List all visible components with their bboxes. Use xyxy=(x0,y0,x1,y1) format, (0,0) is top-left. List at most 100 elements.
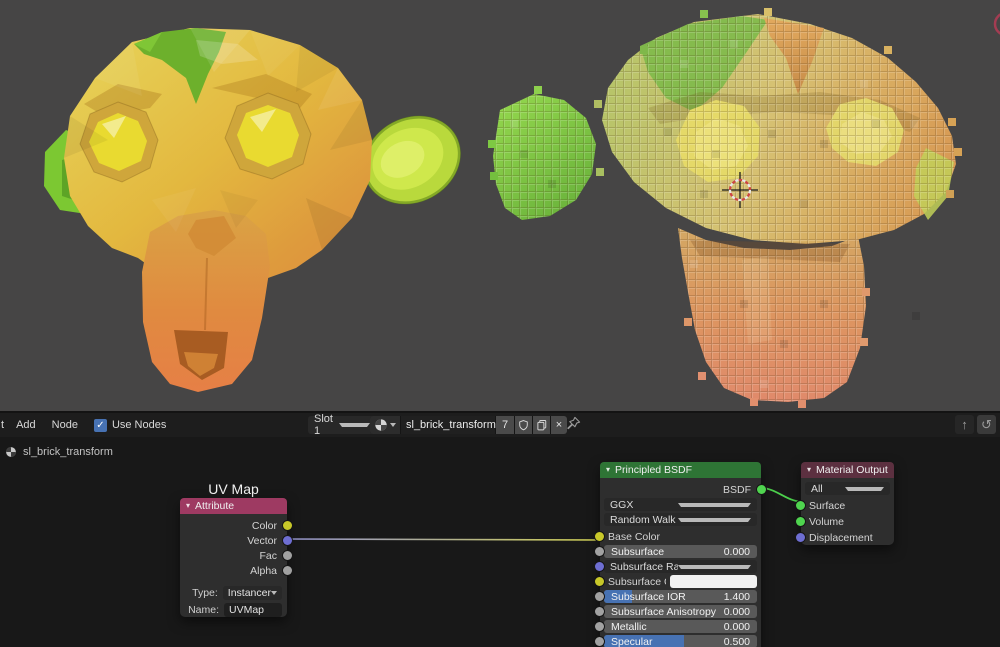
target-value: All xyxy=(811,482,823,495)
chevron-down-icon xyxy=(390,423,396,427)
sss-method-value: Random Walk xyxy=(610,513,676,526)
material-users-count[interactable]: 7 xyxy=(496,416,514,434)
socket-subsurface-radius-input[interactable] xyxy=(595,562,604,571)
attribute-type-row: Type: Instancer xyxy=(185,586,282,600)
sss-method-dropdown[interactable]: Random Walk xyxy=(604,513,757,526)
specular-slider[interactable]: Specular 0.500 xyxy=(604,635,757,647)
socket-base-color-input[interactable] xyxy=(595,532,604,541)
output-label-fac: Fac xyxy=(259,549,277,562)
node-frame-label: UV Map xyxy=(208,481,259,497)
shield-icon xyxy=(519,420,528,431)
output-label-alpha: Alpha xyxy=(250,564,277,577)
undo-arc-icon: ↺ xyxy=(981,416,992,432)
parent-node-tree-button[interactable]: ↑ xyxy=(955,415,974,434)
subsurface-ior-slider[interactable]: Subsurface IOR 1.400 xyxy=(604,590,757,603)
material-sphere-icon xyxy=(375,419,387,431)
subsurface-color-swatch[interactable] xyxy=(670,575,757,588)
chevron-down-icon xyxy=(271,591,277,595)
material-name-field[interactable]: sl_brick_transform xyxy=(401,416,496,434)
specular-label: Specular xyxy=(611,635,653,647)
menu-add[interactable]: Add xyxy=(8,419,44,431)
subsurface-color-label: Subsurface C... xyxy=(608,575,666,588)
socket-fac-output[interactable] xyxy=(283,551,292,560)
target-row: All xyxy=(805,482,890,495)
subsurface-anisotropy-row: Subsurface Anisotropy 0.000 xyxy=(595,605,757,618)
socket-color-output[interactable] xyxy=(283,521,292,530)
subsurface-slider[interactable]: Subsurface 0.000 xyxy=(604,545,757,558)
distribution-dropdown[interactable]: GGX xyxy=(604,498,757,511)
subsurface-row: Subsurface 0.000 xyxy=(595,545,757,558)
header-nav-buttons: ↑ ↺ xyxy=(955,415,996,434)
material-output-header[interactable]: ▾ Material Output xyxy=(801,462,894,478)
pin-toggle[interactable] xyxy=(566,416,581,434)
material-browse-button[interactable] xyxy=(370,416,400,434)
socket-alpha-output[interactable] xyxy=(283,566,292,575)
metallic-row: Metallic 0.000 xyxy=(595,620,757,633)
name-value: UVMap xyxy=(229,604,265,616)
specular-value: 0.500 xyxy=(723,635,750,647)
subsurface-radius-row: Subsurface Radius xyxy=(595,560,757,573)
socket-subsurface-ior-input[interactable] xyxy=(595,592,604,601)
unlink-material-button[interactable]: × xyxy=(551,416,567,434)
subsurface-anisotropy-value: 0.000 xyxy=(723,605,750,618)
wire-vector-to-basecolor xyxy=(286,538,601,541)
collapse-chevron-icon[interactable]: ▾ xyxy=(186,502,190,510)
subsurface-radius-dropdown[interactable]: Subsurface Radius xyxy=(604,560,757,573)
snap-icon-button[interactable]: ↺ xyxy=(977,415,996,434)
up-arrow-icon: ↑ xyxy=(961,417,968,432)
chevron-down-icon xyxy=(677,517,751,522)
chevron-down-icon xyxy=(844,486,884,491)
fake-user-shield-button[interactable] xyxy=(515,416,532,434)
use-nodes-checkbox[interactable]: ✓ xyxy=(93,418,107,432)
shader-editor-header: t Add Node ✓ Use Nodes Slot 1 sl_brick_t… xyxy=(0,413,1000,437)
attribute-node[interactable]: ▾ Attribute Color Vector Fac Alpha Type:… xyxy=(180,498,292,617)
socket-bsdf-output[interactable] xyxy=(757,485,766,494)
menu-node[interactable]: Node xyxy=(44,419,86,431)
attribute-name-row: Name: UVMap xyxy=(185,603,282,617)
slot-dropdown[interactable]: Slot 1 xyxy=(308,413,376,437)
viewport-render xyxy=(0,0,1000,411)
node-editor-canvas[interactable]: sl_brick_transform UV Map ▾ Attribute Co… xyxy=(0,437,1000,647)
chevron-down-icon xyxy=(677,564,751,569)
socket-subsurface-color-input[interactable] xyxy=(595,577,604,586)
material-datablock-widget: sl_brick_transform 7 × xyxy=(370,416,567,434)
output-row-fac: Fac xyxy=(180,548,292,563)
material-output-node[interactable]: ▾ Material Output All Surface Volume Dis… xyxy=(796,462,894,545)
volume-label: Volume xyxy=(809,515,845,528)
surface-row: Surface xyxy=(796,499,890,512)
output-label-color: Color xyxy=(251,519,277,532)
check-icon: ✓ xyxy=(96,419,105,431)
socket-metallic-input[interactable] xyxy=(595,622,604,631)
metallic-slider[interactable]: Metallic 0.000 xyxy=(604,620,757,633)
menu-select-cut[interactable]: t xyxy=(0,419,8,431)
bsdf-output-row: BSDF xyxy=(604,483,766,496)
target-dropdown[interactable]: All xyxy=(805,482,890,495)
socket-subsurface-input[interactable] xyxy=(595,547,604,556)
close-icon: × xyxy=(555,419,563,431)
subsurface-radius-label: Subsurface Radius xyxy=(610,560,678,573)
socket-specular-input[interactable] xyxy=(595,637,604,646)
subsurface-anisotropy-label: Subsurface Anisotropy xyxy=(611,605,717,618)
displacement-label: Displacement xyxy=(809,531,873,544)
collapse-chevron-icon[interactable]: ▾ xyxy=(807,466,811,474)
base-color-label: Base Color xyxy=(608,530,660,543)
collapse-chevron-icon[interactable]: ▾ xyxy=(606,466,610,474)
principled-node-header[interactable]: ▾ Principled BSDF xyxy=(600,462,761,478)
subsurface-anisotropy-slider[interactable]: Subsurface Anisotropy 0.000 xyxy=(604,605,757,618)
attribute-name-input[interactable]: UVMap xyxy=(224,603,282,617)
socket-displacement-input[interactable] xyxy=(796,533,805,542)
output-label-vector: Vector xyxy=(247,534,277,547)
socket-subsurface-anisotropy-input[interactable] xyxy=(595,607,604,616)
attribute-type-dropdown[interactable]: Instancer xyxy=(222,586,282,600)
chevron-down-icon xyxy=(339,423,370,427)
output-row-vector: Vector xyxy=(180,533,292,548)
attribute-node-header[interactable]: ▾ Attribute xyxy=(180,498,287,514)
viewport-3d[interactable] xyxy=(0,0,1000,413)
socket-surface-input[interactable] xyxy=(796,501,805,510)
socket-volume-input[interactable] xyxy=(796,517,805,526)
type-value: Instancer xyxy=(227,587,271,599)
socket-vector-output[interactable] xyxy=(283,536,292,545)
principled-bsdf-node[interactable]: ▾ Principled BSDF BSDF GGX Random Walk B… xyxy=(595,462,766,647)
copy-pages-icon xyxy=(536,420,546,431)
new-material-copy-button[interactable] xyxy=(533,416,550,434)
